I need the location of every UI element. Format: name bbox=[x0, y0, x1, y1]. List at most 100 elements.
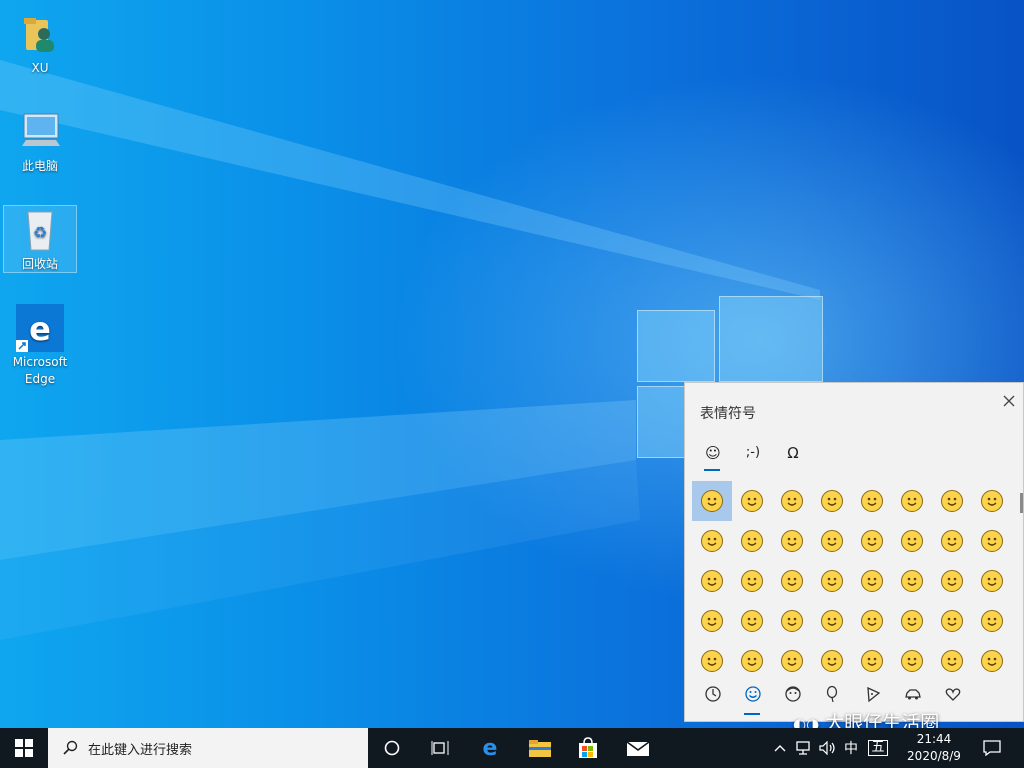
desktop-icon-label: XU bbox=[31, 61, 49, 75]
emoji-face bbox=[741, 530, 763, 552]
emoji-face bbox=[981, 530, 1003, 552]
tab-symbols[interactable]: Ω bbox=[779, 441, 807, 465]
subtab-recent[interactable] bbox=[701, 685, 725, 707]
show-hidden-icons-button[interactable] bbox=[770, 728, 790, 768]
taskbar-store[interactable] bbox=[568, 728, 608, 768]
desktop-icon-recycle-bin[interactable]: ♻ 回收站 bbox=[3, 205, 77, 273]
search-box[interactable]: 在此键入进行搜索 bbox=[48, 728, 368, 768]
emoji-cell[interactable] bbox=[852, 601, 892, 641]
close-button[interactable] bbox=[999, 393, 1019, 413]
desktop-icon-label: Microsoft Edge bbox=[12, 355, 68, 386]
emoji-face bbox=[941, 490, 963, 512]
scrollbar[interactable] bbox=[1020, 493, 1023, 513]
subtab-transport[interactable] bbox=[901, 685, 925, 707]
emoji-cell[interactable] bbox=[732, 601, 772, 641]
ime-mode-indicator[interactable]: 五 bbox=[868, 728, 888, 768]
emoji-cell[interactable] bbox=[812, 521, 852, 561]
task-view-button[interactable] bbox=[420, 728, 460, 768]
chevron-up-icon bbox=[774, 745, 786, 752]
emoji-face bbox=[741, 610, 763, 632]
emoji-cell[interactable] bbox=[812, 481, 852, 521]
emoji-cell[interactable] bbox=[732, 641, 772, 681]
emoji-cell[interactable] bbox=[932, 481, 972, 521]
emoji-cell[interactable] bbox=[972, 481, 1012, 521]
start-button[interactable] bbox=[0, 728, 48, 768]
emoji-cell[interactable] bbox=[852, 521, 892, 561]
subtab-smiley[interactable] bbox=[741, 685, 765, 707]
heart-icon bbox=[945, 688, 961, 701]
emoji-cell[interactable] bbox=[932, 521, 972, 561]
emoji-cell[interactable] bbox=[772, 561, 812, 601]
desktop-icon-edge[interactable]: e Microsoft Edge bbox=[4, 304, 76, 388]
emoji-cell[interactable] bbox=[852, 561, 892, 601]
emoji-cell[interactable] bbox=[892, 601, 932, 641]
cortana-button[interactable] bbox=[372, 728, 412, 768]
emoji-cell[interactable] bbox=[732, 561, 772, 601]
desktop-icon-this-pc[interactable]: 此电脑 bbox=[4, 108, 76, 175]
emoji-face bbox=[861, 610, 883, 632]
ime-language-indicator[interactable]: 中 bbox=[842, 728, 860, 768]
emoji-cell[interactable] bbox=[812, 641, 852, 681]
svg-text:e: e bbox=[29, 310, 51, 348]
emoji-cell[interactable] bbox=[932, 561, 972, 601]
action-center-button[interactable] bbox=[976, 728, 1008, 768]
search-icon bbox=[63, 740, 78, 755]
emoji-face bbox=[741, 650, 763, 672]
taskbar-file-explorer[interactable] bbox=[520, 728, 560, 768]
emoji-cell[interactable] bbox=[972, 601, 1012, 641]
taskbar-mail[interactable] bbox=[618, 728, 658, 768]
emoji-cell[interactable] bbox=[812, 601, 852, 641]
tab-emoji[interactable]: ☺ bbox=[699, 441, 727, 465]
emoji-cell[interactable] bbox=[972, 641, 1012, 681]
emoji-face bbox=[981, 650, 1003, 672]
emoji-cell[interactable] bbox=[972, 521, 1012, 561]
emoji-cell[interactable] bbox=[932, 641, 972, 681]
clock-icon bbox=[705, 686, 721, 702]
emoji-cell[interactable] bbox=[772, 521, 812, 561]
emoji-cell[interactable] bbox=[892, 521, 932, 561]
emoji-face bbox=[821, 530, 843, 552]
emoji-cell[interactable] bbox=[852, 641, 892, 681]
emoji-face bbox=[781, 650, 803, 672]
volume-button[interactable] bbox=[818, 728, 838, 768]
emoji-face bbox=[901, 570, 923, 592]
emoji-cell[interactable] bbox=[692, 521, 732, 561]
svg-text:♻: ♻ bbox=[33, 223, 47, 242]
tab-underline bbox=[704, 469, 720, 471]
clock[interactable]: 21:44 2020/8/9 bbox=[898, 728, 970, 768]
emoji-face bbox=[781, 530, 803, 552]
emoji-cell[interactable] bbox=[892, 561, 932, 601]
emoji-cell[interactable] bbox=[692, 641, 732, 681]
emoji-cell[interactable] bbox=[772, 601, 812, 641]
emoji-face bbox=[781, 490, 803, 512]
emoji-cell[interactable] bbox=[932, 601, 972, 641]
clock-date: 2020/8/9 bbox=[907, 749, 961, 763]
subtab-celebration[interactable] bbox=[821, 685, 845, 707]
balloon-icon bbox=[826, 685, 838, 703]
emoji-cell[interactable] bbox=[852, 481, 892, 521]
clock-time: 21:44 bbox=[916, 732, 952, 746]
subtab-food[interactable] bbox=[861, 685, 885, 707]
emoji-cell[interactable] bbox=[732, 521, 772, 561]
desktop-icon-label: 回收站 bbox=[21, 257, 58, 271]
subtab-people[interactable] bbox=[781, 685, 805, 707]
emoji-cell[interactable] bbox=[892, 481, 932, 521]
emoji-cell[interactable] bbox=[812, 561, 852, 601]
emoji-cell[interactable] bbox=[772, 641, 812, 681]
tab-kaomoji[interactable]: ;-) bbox=[739, 441, 767, 465]
emoji-cell[interactable] bbox=[732, 481, 772, 521]
emoji-cell[interactable] bbox=[772, 481, 812, 521]
taskbar-edge[interactable]: e bbox=[470, 728, 510, 768]
emoji-face bbox=[901, 530, 923, 552]
desktop-icon-user-folder[interactable]: XU bbox=[4, 10, 76, 77]
network-button[interactable] bbox=[794, 728, 814, 768]
emoji-face bbox=[701, 490, 723, 512]
emoji-face bbox=[981, 610, 1003, 632]
subtab-love[interactable] bbox=[941, 685, 965, 707]
emoji-cell[interactable] bbox=[692, 601, 732, 641]
emoji-cell[interactable] bbox=[892, 641, 932, 681]
emoji-cell[interactable] bbox=[692, 481, 732, 521]
emoji-cell[interactable] bbox=[692, 561, 732, 601]
emoji-face bbox=[861, 570, 883, 592]
emoji-cell[interactable] bbox=[972, 561, 1012, 601]
